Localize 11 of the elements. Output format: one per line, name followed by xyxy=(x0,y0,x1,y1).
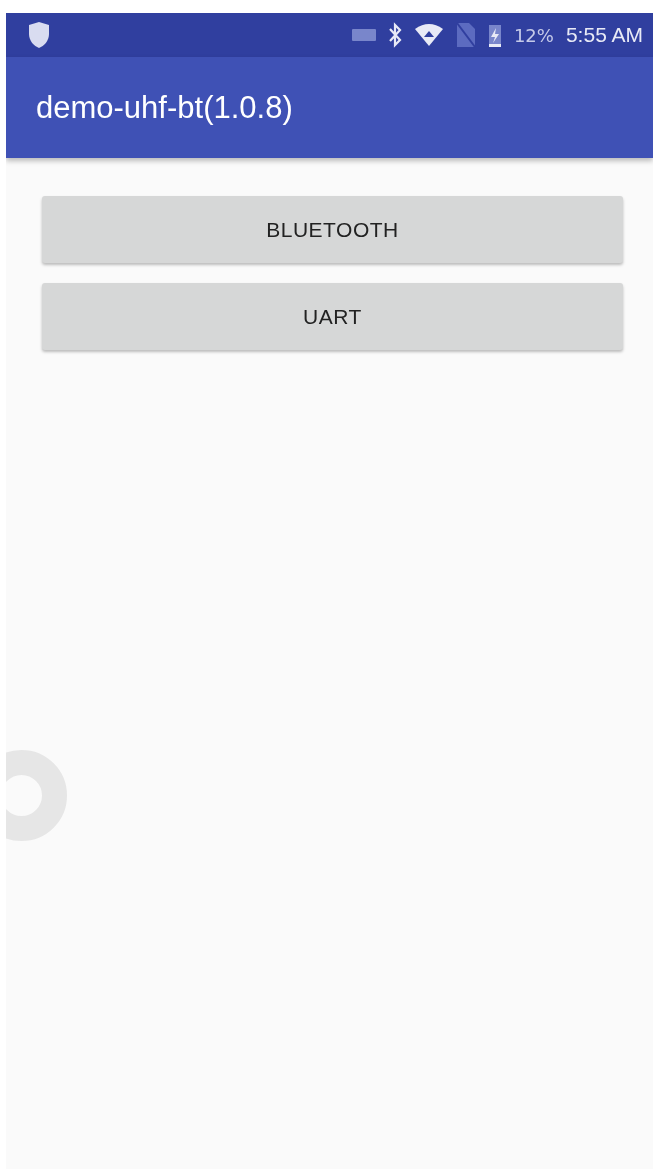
keyboard-icon xyxy=(351,28,376,42)
no-sim-icon xyxy=(455,22,476,48)
battery-charging-icon xyxy=(487,22,502,48)
battery-percentage: 12% xyxy=(513,24,554,46)
bluetooth-icon xyxy=(387,22,402,48)
clock: 5:55 AM xyxy=(565,23,643,47)
connection-button[interactable]: UART xyxy=(42,283,623,350)
wifi-icon xyxy=(413,23,444,47)
shield-icon xyxy=(28,21,50,49)
app-title: demo-uhf-bt(1.0.8) xyxy=(36,89,293,126)
connection-button[interactable]: BLUETOOTH xyxy=(42,196,623,263)
